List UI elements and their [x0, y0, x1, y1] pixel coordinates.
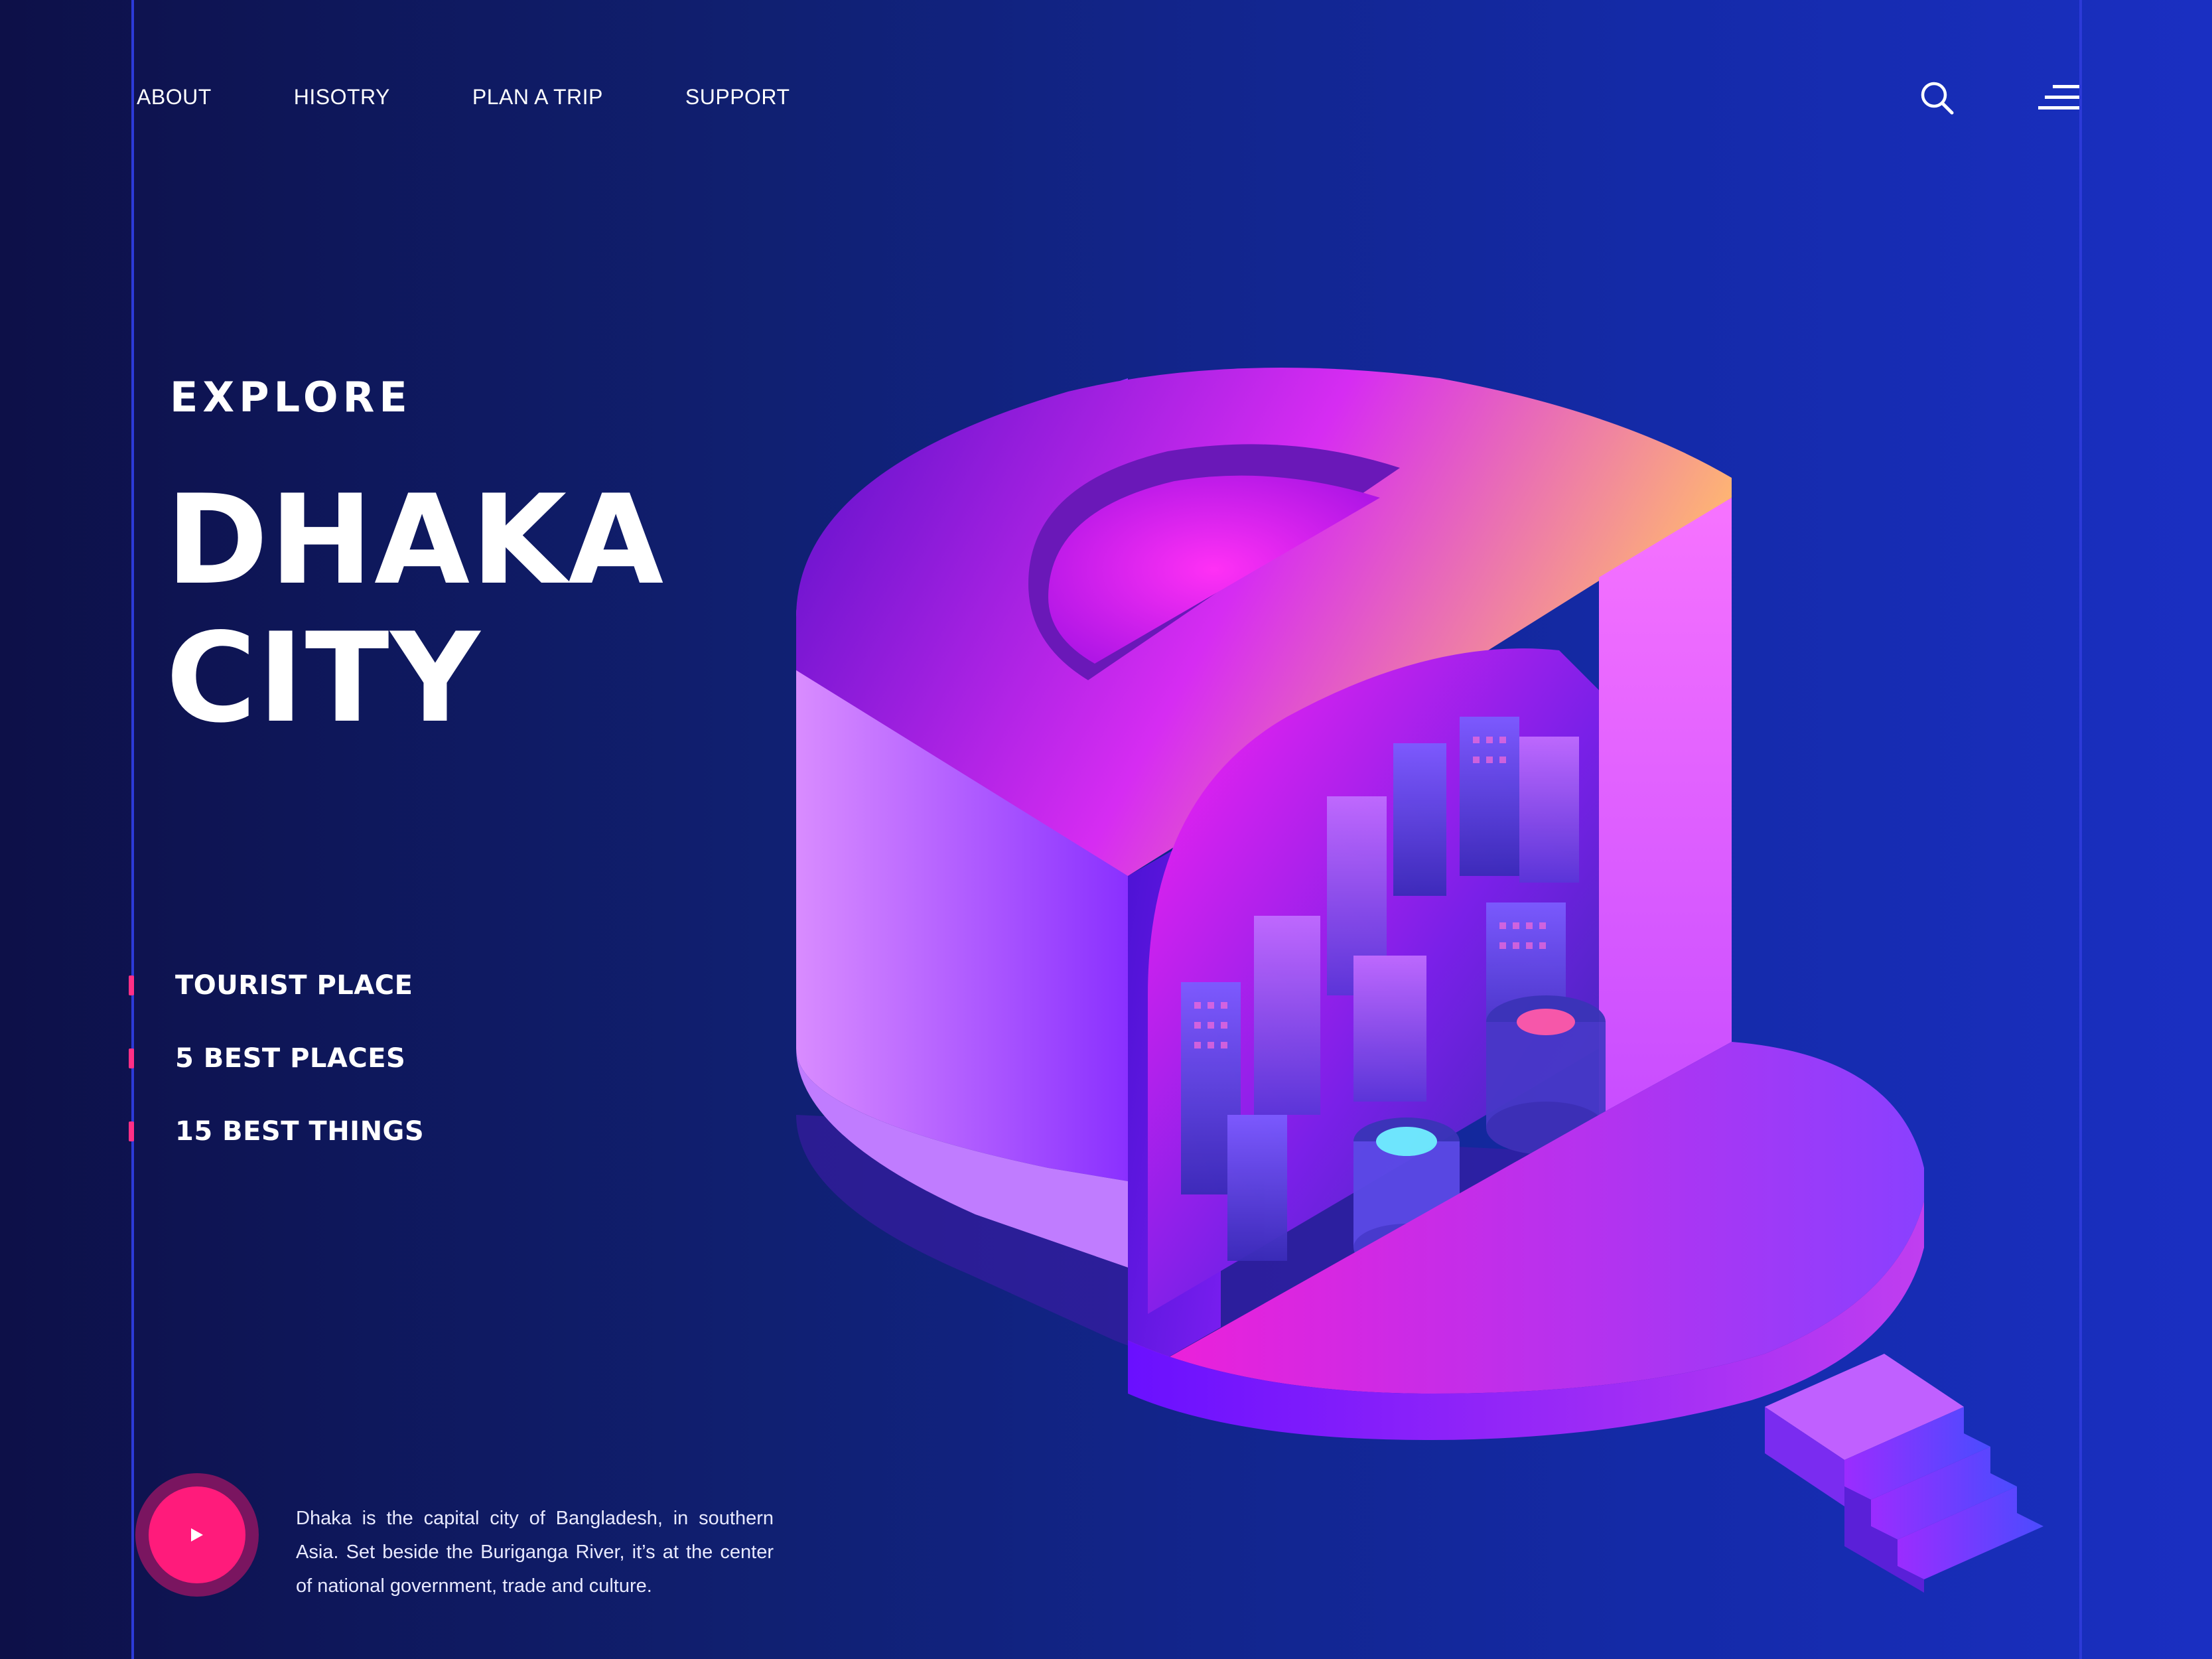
- isometric-city-illustration: [796, 368, 2043, 1593]
- bullet-marker: [129, 975, 134, 995]
- menu-icon[interactable]: [2038, 81, 2081, 115]
- hero-eyebrow: EXPLORE: [170, 373, 412, 421]
- play-button[interactable]: [135, 1473, 259, 1597]
- bullet-marker: [129, 1121, 134, 1141]
- play-button-inner: [149, 1486, 245, 1583]
- feature-label: 15 BEST THINGS: [175, 1116, 425, 1147]
- bullet-marker: [129, 1048, 134, 1068]
- feature-list: TOURIST PLACE 5 BEST PLACES 15 BEST THIN…: [129, 970, 424, 1189]
- title-line-2: CITY: [166, 606, 482, 750]
- top-nav: ABOUT HISOTRY PLAN A TRIP SUPPORT: [137, 85, 872, 109]
- city-description: Dhaka is the capital city of Bangladesh,…: [296, 1508, 774, 1597]
- feature-label: TOURIST PLACE: [175, 970, 413, 1001]
- play-icon: [191, 1528, 203, 1542]
- feature-label: 5 BEST PLACES: [175, 1043, 406, 1074]
- feature-item-best-things[interactable]: 15 BEST THINGS: [129, 1116, 424, 1189]
- feature-item-tourist-place[interactable]: TOURIST PLACE: [129, 970, 424, 1043]
- nav-plan-a-trip[interactable]: PLAN A TRIP: [472, 85, 603, 109]
- nav-history[interactable]: HISOTRY: [294, 85, 390, 109]
- page-title: DHAKA CITY: [166, 471, 665, 747]
- search-icon[interactable]: [1919, 80, 1956, 117]
- nav-about[interactable]: ABOUT: [137, 85, 212, 109]
- left-guide-line: [131, 0, 134, 1659]
- nav-support[interactable]: SUPPORT: [685, 85, 790, 109]
- feature-item-best-places[interactable]: 5 BEST PLACES: [129, 1043, 424, 1116]
- title-line-1: DHAKA: [166, 468, 665, 612]
